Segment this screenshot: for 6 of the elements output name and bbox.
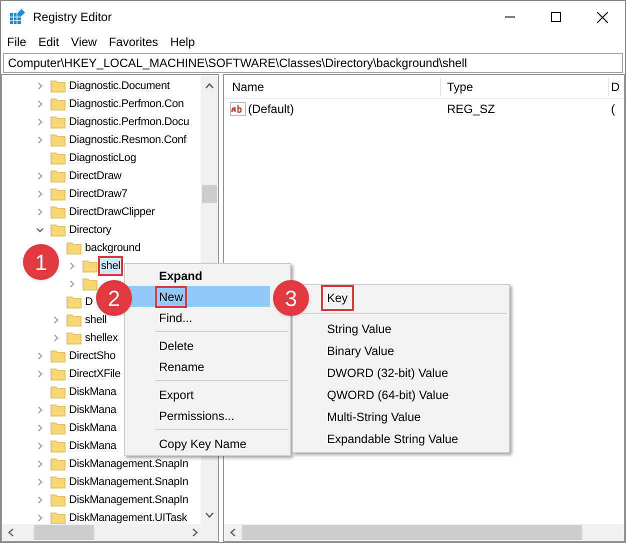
window-title: Registry Editor xyxy=(33,9,112,26)
step-badge: 2 xyxy=(96,280,132,316)
table-cell-text: ( xyxy=(610,101,615,118)
table-cell-text: REG_SZ xyxy=(446,101,496,118)
table-cell-text: (Default) xyxy=(248,101,294,118)
step-badge: 1 xyxy=(23,244,59,280)
